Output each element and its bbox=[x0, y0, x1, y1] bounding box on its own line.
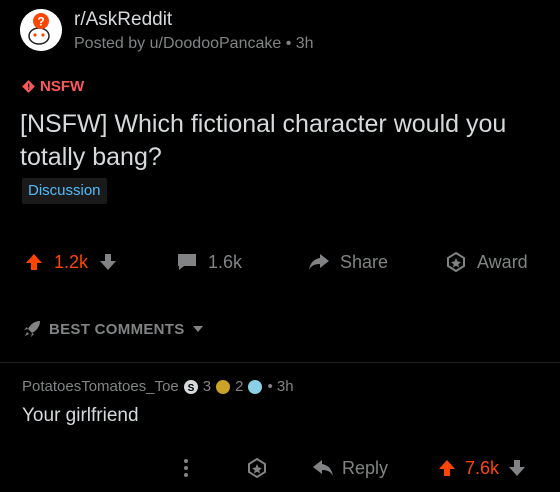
silver-award-icon: S bbox=[183, 379, 198, 394]
award-icon bbox=[447, 251, 465, 273]
gold-award-icon bbox=[216, 379, 231, 394]
comment-more-options-button[interactable] bbox=[183, 456, 189, 480]
comment-bubble-icon bbox=[178, 254, 196, 270]
wholesome-award-icon bbox=[248, 379, 263, 394]
rocket-icon bbox=[24, 321, 40, 337]
reply-arrow-icon bbox=[313, 460, 333, 476]
upvote-arrow-icon[interactable] bbox=[437, 458, 457, 478]
share-arrow-icon bbox=[309, 254, 329, 270]
comment-sort-selector[interactable]: BEST COMMENTS bbox=[22, 319, 204, 339]
share-button[interactable]: Share bbox=[308, 249, 388, 275]
downvote-arrow-icon[interactable] bbox=[98, 252, 118, 272]
upvote-arrow-icon[interactable] bbox=[24, 252, 44, 272]
nsfw-tag: NSFW bbox=[22, 78, 84, 95]
nsfw-diamond-icon bbox=[22, 80, 35, 93]
section-divider bbox=[0, 362, 560, 363]
more-options-icon bbox=[184, 459, 188, 477]
comment-meta: PotatoesTomatoes_Toe S 3 2 • 3h bbox=[22, 378, 294, 395]
reply-label: Reply bbox=[342, 457, 389, 478]
comment-vote-bar: 7.6k bbox=[437, 456, 527, 480]
comment-time: • 3h bbox=[267, 378, 294, 395]
reply-button[interactable]: Reply bbox=[312, 456, 388, 480]
award-icon bbox=[248, 457, 266, 479]
comment-upvote-count: 7.6k bbox=[465, 457, 500, 478]
svg-text:?: ? bbox=[37, 15, 44, 29]
gold-award-count: 2 bbox=[235, 378, 244, 395]
comment-award-button[interactable] bbox=[246, 456, 268, 480]
sort-label: BEST COMMENTS bbox=[49, 320, 185, 338]
post-comment-count: 1.6k bbox=[208, 251, 243, 272]
comments-button[interactable]: 1.6k bbox=[176, 249, 242, 275]
post-title[interactable]: [NSFW] Which fictional character would y… bbox=[20, 108, 540, 174]
post-vote-bar: 1.2k bbox=[24, 249, 118, 275]
post-upvote-count: 1.2k bbox=[54, 251, 89, 272]
svg-text:S: S bbox=[187, 383, 194, 394]
downvote-arrow-icon[interactable] bbox=[507, 458, 527, 478]
subreddit-name[interactable]: r/AskReddit bbox=[74, 9, 172, 31]
post-flair[interactable]: Discussion bbox=[22, 178, 107, 204]
comment-body: Your girlfriend bbox=[22, 405, 139, 426]
award-button[interactable]: Award bbox=[445, 249, 528, 275]
post-byline[interactable]: Posted by u/DoodooPancake • 3h bbox=[74, 35, 314, 53]
comment-author[interactable]: PotatoesTomatoes_Toe bbox=[22, 378, 179, 395]
silver-award-count: 3 bbox=[202, 378, 212, 395]
subreddit-avatar[interactable]: ? bbox=[20, 9, 62, 51]
share-label: Share bbox=[340, 251, 389, 272]
askreddit-icon: ? bbox=[20, 9, 62, 51]
award-label: Award bbox=[477, 251, 528, 272]
chevron-down-icon bbox=[192, 326, 203, 332]
nsfw-label: NSFW bbox=[40, 78, 85, 95]
